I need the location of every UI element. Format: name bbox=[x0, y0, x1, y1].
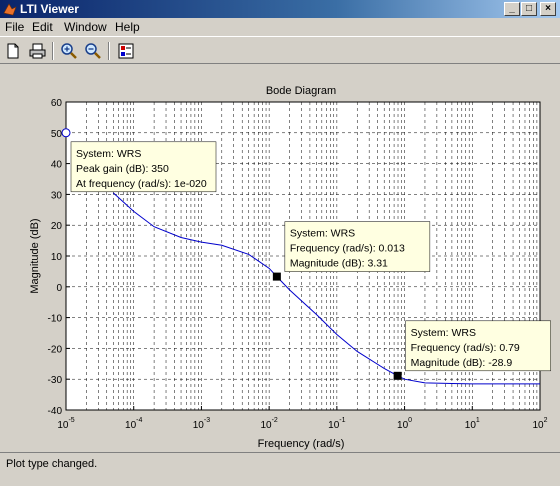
toolbar-separator bbox=[108, 42, 110, 60]
datatip-text: Magnitude (dB): 3.31 bbox=[290, 258, 388, 270]
datatip-text: Frequency (rad/s): 0.79 bbox=[411, 342, 520, 354]
zoom-in-icon bbox=[61, 43, 77, 59]
maximize-icon: □ bbox=[525, 3, 533, 14]
window-title: LTI Viewer bbox=[20, 2, 79, 16]
datatip-marker bbox=[272, 272, 281, 281]
menu-window[interactable]: Window bbox=[64, 20, 107, 34]
y-tick-label: -30 bbox=[48, 375, 63, 386]
y-tick-label: 10 bbox=[51, 252, 63, 263]
datatip-marker bbox=[393, 371, 402, 380]
datatip-text: At frequency (rad/s): 1e-020 bbox=[76, 178, 207, 190]
matlab-logo-icon bbox=[3, 3, 17, 16]
datatip-text: Peak gain (dB): 350 bbox=[76, 163, 169, 175]
x-tick-label: 10-1 bbox=[328, 417, 345, 431]
new-document-icon bbox=[7, 43, 19, 59]
x-tick-label: 10-5 bbox=[57, 417, 74, 431]
status-text: Plot type changed. bbox=[6, 458, 98, 470]
menu-bar: File Edit Window Help bbox=[0, 18, 560, 36]
datatip-text: System: WRS bbox=[76, 148, 141, 160]
x-tick-label: 10-3 bbox=[193, 417, 210, 431]
y-tick-label: 50 bbox=[51, 129, 63, 140]
close-icon: × bbox=[545, 3, 551, 14]
menu-help[interactable]: Help bbox=[115, 20, 140, 34]
zoom-in-button[interactable] bbox=[58, 40, 80, 62]
y-tick-label: -20 bbox=[48, 344, 63, 355]
datatip-text: System: WRS bbox=[411, 327, 476, 339]
datatip-marker bbox=[61, 128, 71, 138]
x-tick-label: 10-4 bbox=[125, 417, 142, 431]
datatip-text: Frequency (rad/s): 0.013 bbox=[290, 243, 405, 255]
x-axis-label: Frequency (rad/s) bbox=[258, 438, 345, 450]
y-tick-label: 0 bbox=[56, 283, 62, 294]
y-tick-label: 40 bbox=[51, 160, 63, 171]
minimize-button[interactable]: _ bbox=[504, 2, 520, 16]
y-tick-label: 30 bbox=[51, 190, 63, 201]
x-tick-label: 101 bbox=[465, 417, 480, 431]
y-tick-label: -40 bbox=[48, 406, 63, 417]
menu-edit[interactable]: Edit bbox=[32, 20, 53, 34]
print-icon bbox=[29, 43, 46, 59]
zoom-out-button[interactable] bbox=[82, 40, 104, 62]
y-tick-label: 20 bbox=[51, 221, 63, 232]
new-button[interactable] bbox=[2, 40, 24, 62]
chart-title: Bode Diagram bbox=[266, 85, 336, 97]
title-bar[interactable]: LTI Viewer _ □ × bbox=[0, 0, 560, 18]
bode-chart[interactable]: Bode Diagram 6050403020100-10-20-30-40 1… bbox=[0, 66, 560, 452]
toolbar bbox=[0, 36, 560, 64]
x-tick-label: 100 bbox=[397, 417, 412, 431]
datatip-text: Magnitude (dB): -28.9 bbox=[411, 357, 513, 369]
plot-configurations-icon bbox=[118, 43, 134, 59]
x-tick-label: 102 bbox=[532, 417, 547, 431]
status-bar: Plot type changed. bbox=[0, 452, 560, 486]
plot-configurations-button[interactable] bbox=[115, 40, 137, 62]
menu-file[interactable]: File bbox=[5, 20, 24, 34]
plot-area: Bode Diagram 60 50 40 30 20 10 0 -10 -20 -30 -40 1… bbox=[0, 66, 560, 452]
toolbar-separator bbox=[52, 42, 54, 60]
x-tick-label: 10-2 bbox=[260, 417, 277, 431]
close-button[interactable]: × bbox=[540, 2, 556, 16]
y-tick-label: 60 bbox=[51, 98, 63, 109]
y-tick-label: -10 bbox=[48, 314, 63, 325]
y-axis-label: Magnitude (dB) bbox=[29, 218, 41, 293]
datatip-text: System: WRS bbox=[290, 228, 355, 240]
zoom-out-icon bbox=[85, 43, 101, 59]
print-button[interactable] bbox=[26, 40, 48, 62]
maximize-button[interactable]: □ bbox=[521, 2, 537, 16]
minimize-icon: _ bbox=[509, 3, 515, 14]
